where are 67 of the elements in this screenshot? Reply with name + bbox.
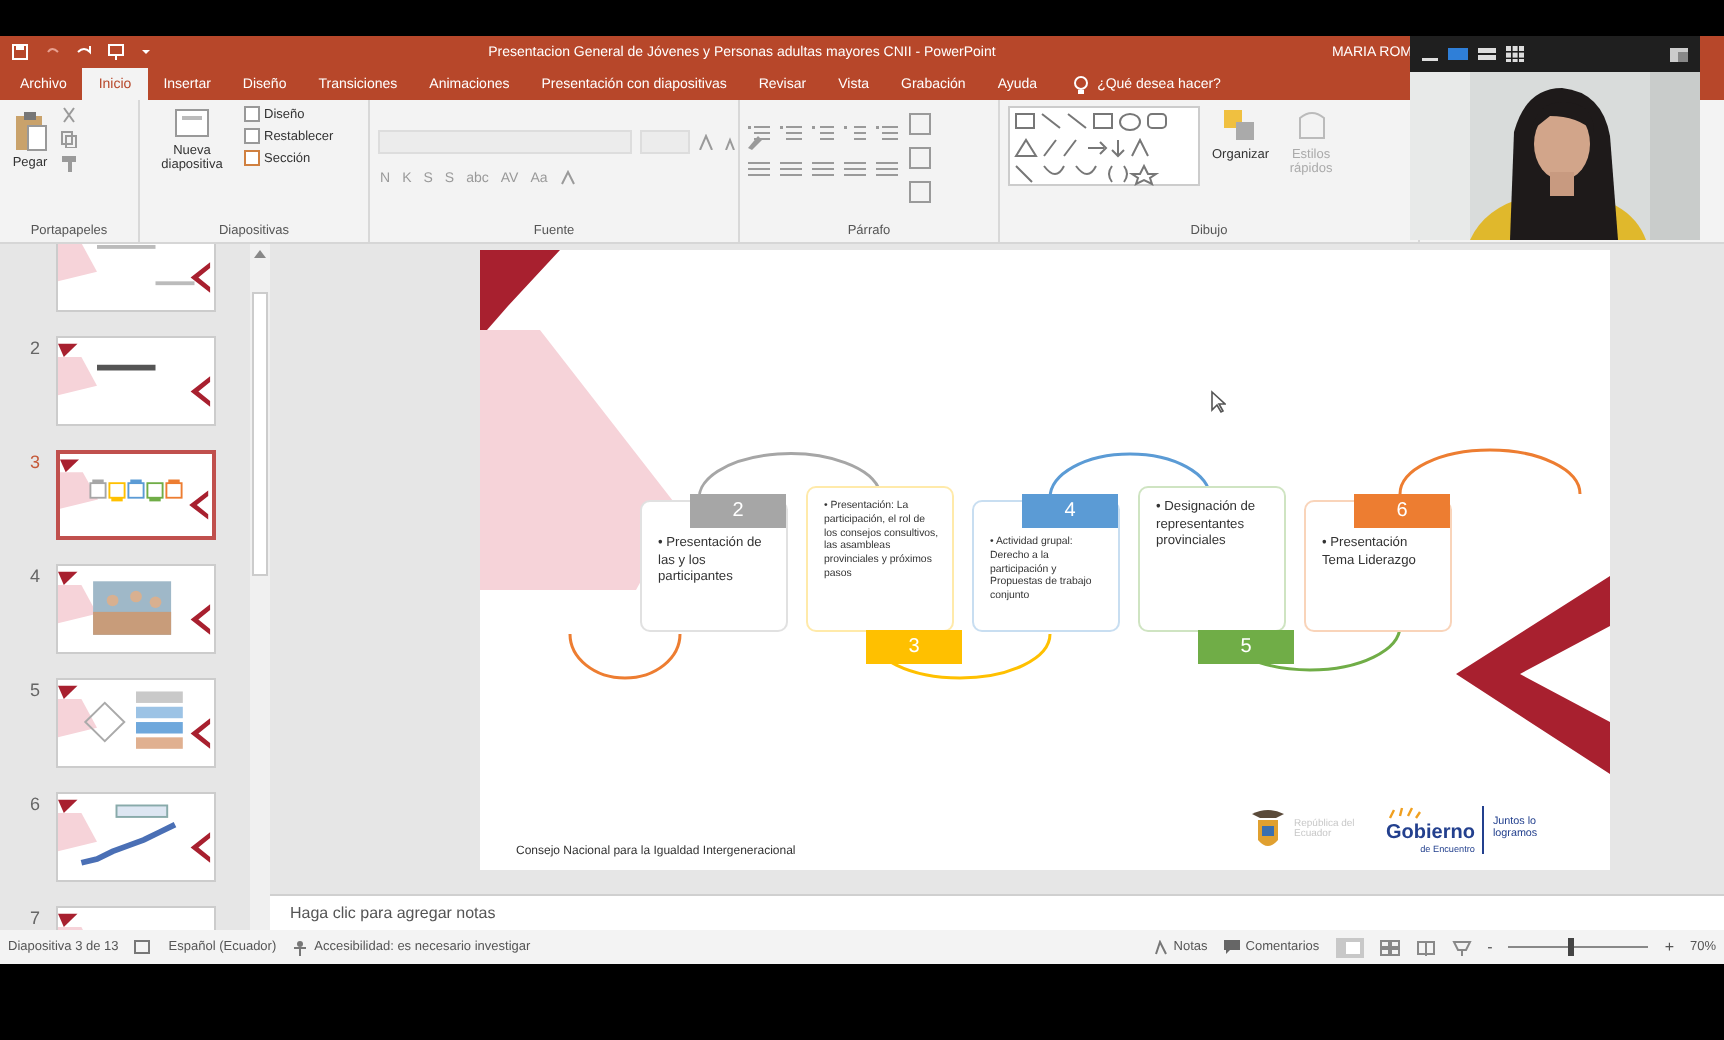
section-icon[interactable] [244,150,260,166]
slide-thumbnail[interactable] [56,792,216,882]
cut-icon[interactable] [60,106,78,124]
slideshow-icon[interactable] [1451,939,1472,955]
line-spacing-icon[interactable] [876,124,900,142]
cursor-icon [1210,390,1226,414]
zoom-slider-thumb[interactable] [1568,938,1575,956]
spellcheck-icon[interactable] [134,939,153,955]
scroll-up-icon[interactable] [254,248,266,258]
columns-icon[interactable] [876,160,900,178]
notes-field[interactable]: Haga clic para agregar notas [286,902,694,925]
slide-number: 3 [29,452,40,472]
grow-font-icon[interactable] [698,134,714,150]
list-view-icon[interactable] [1478,46,1496,62]
zoom-in-button[interactable]: + [1664,938,1674,956]
align-right-icon[interactable] [812,160,836,178]
speaker-view-icon[interactable] [1448,46,1468,62]
grid-view-icon[interactable] [1506,46,1524,62]
brand-text: Gobierno [1386,822,1475,844]
step-number: 4 [1022,494,1118,528]
zoom-out-button[interactable]: - [1487,938,1493,956]
clear-format-icon[interactable] [746,134,762,150]
caret-icon[interactable] [140,44,152,60]
slide-thumbnail[interactable] [56,564,216,654]
connector-arc [568,633,682,680]
presentation-icon[interactable] [108,44,124,60]
align-left-icon[interactable] [748,160,772,178]
increase-indent-icon[interactable] [844,124,868,142]
layout-icon[interactable] [244,106,260,122]
styles-icon[interactable] [1293,108,1330,144]
slide-thumbnail[interactable] [56,678,216,768]
lightbulb-icon[interactable] [1073,75,1088,93]
slide-icon[interactable] [174,108,210,140]
slide-sorter-icon[interactable] [1379,939,1400,955]
arrange-icon[interactable] [1222,108,1259,144]
slide-number: 6 [29,794,40,814]
screen-share-icon[interactable] [1670,46,1688,62]
comment-icon [1223,940,1240,954]
save-icon[interactable] [12,44,28,60]
redo-icon[interactable] [76,44,92,60]
sparkle-icon [1386,806,1422,822]
reset-icon[interactable] [244,128,260,144]
step-number: 6 [1354,494,1450,528]
slide-thumbnail[interactable] [56,450,216,540]
step-number: 5 [1198,630,1294,664]
slide-number: 4 [29,566,40,586]
slide-number: 2 [29,338,40,358]
scrollbar-thumb[interactable] [252,292,268,576]
slide-thumbnail[interactable] [56,244,216,312]
decrease-indent-icon[interactable] [812,124,836,142]
shrink-font-icon[interactable] [722,134,738,150]
reading-view-icon[interactable] [1415,939,1436,955]
normal-view-icon[interactable] [1335,937,1364,957]
slide-number: 7 [29,908,40,928]
slide-thumbnail[interactable] [56,336,216,426]
step-number: 2 [690,494,786,528]
numbered-list-icon[interactable] [780,124,804,142]
shapes-gallery[interactable] [1008,106,1200,186]
format-painter-icon[interactable] [60,154,78,172]
bullet-list-icon[interactable] [748,124,772,142]
step-number: 3 [866,630,962,664]
copy-icon[interactable] [60,130,78,148]
accessibility-icon[interactable] [292,939,311,955]
slide-number: 5 [29,680,40,700]
justify-icon[interactable] [844,160,868,178]
clipboard-icon[interactable] [12,108,48,152]
align-center-icon[interactable] [780,160,804,178]
